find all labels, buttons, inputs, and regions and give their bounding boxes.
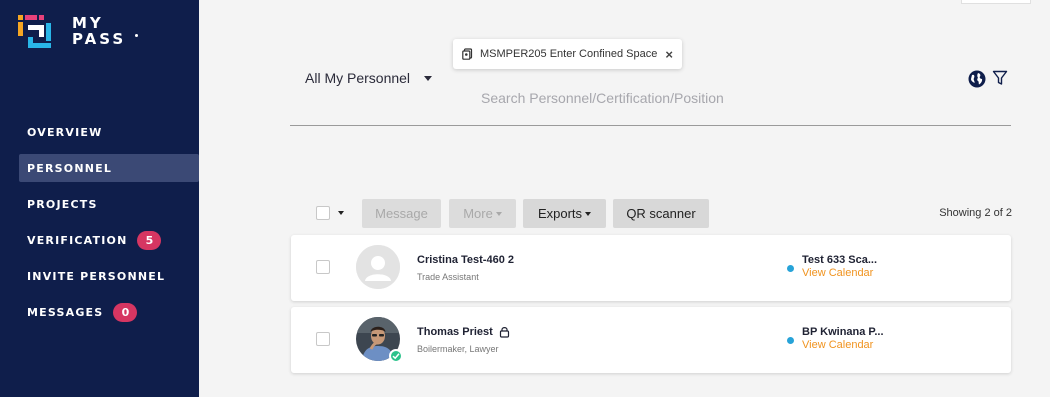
search-input[interactable] — [481, 88, 901, 108]
caret-down-icon — [495, 211, 502, 216]
close-icon[interactable]: × — [665, 47, 673, 62]
avatar-placeholder[interactable] — [356, 245, 400, 289]
lock-icon — [499, 327, 509, 338]
row-checkbox[interactable] — [316, 332, 330, 346]
caret-down-icon — [585, 211, 592, 216]
site-status-dot — [787, 265, 794, 272]
sidebar-item-verification[interactable]: VERIFICATION 5 — [19, 226, 199, 254]
personnel-row[interactable]: Cristina Test-460 2 Trade Assistant Test… — [291, 235, 1011, 301]
sidebar-item-label: PROJECTS — [27, 197, 98, 211]
person-role: Trade Assistant — [417, 272, 479, 282]
messages-count-badge: 0 — [113, 302, 138, 322]
sidebar-item-label: VERIFICATION — [27, 233, 128, 247]
person-name[interactable]: Thomas Priest — [417, 326, 510, 338]
person-role: Boilermaker, Lawyer — [417, 344, 499, 354]
brand-line-2: PASS — [72, 30, 127, 48]
brand-line-1: MY — [72, 14, 104, 32]
person-name-text: Thomas Priest — [417, 326, 493, 338]
user-placeholder-icon — [356, 245, 400, 289]
caret-down-icon — [424, 75, 433, 81]
view-calendar-link[interactable]: View Calendar — [802, 267, 873, 279]
exports-button-label: Exports — [537, 206, 583, 221]
certificate-icon — [462, 48, 473, 60]
row-checkbox[interactable] — [316, 260, 330, 274]
results-count: Showing 2 of 2 — [939, 207, 1012, 219]
sidebar-item-label: PERSONNEL — [27, 161, 113, 175]
sidebar-item-projects[interactable]: PROJECTS — [19, 190, 199, 218]
search-divider — [290, 125, 1011, 126]
personnel-scope-dropdown[interactable]: All My Personnel — [305, 70, 433, 86]
sidebar-item-overview[interactable]: OVERVIEW — [19, 118, 199, 146]
select-options-caret-icon[interactable] — [338, 211, 344, 215]
active-filter-chip[interactable]: MSMPER205 Enter Confined Space × — [453, 39, 682, 69]
message-button[interactable]: Message — [362, 199, 441, 228]
mypass-logo-icon — [18, 15, 51, 48]
sidebar-item-label: MESSAGES — [27, 305, 104, 319]
more-button[interactable]: More — [449, 199, 516, 228]
person-name[interactable]: Cristina Test-460 2 — [417, 254, 514, 266]
sidebar-item-label: OVERVIEW — [27, 125, 103, 139]
filter-chip-label: MSMPER205 Enter Confined Space — [480, 48, 658, 60]
filter-icon[interactable] — [992, 70, 1008, 86]
top-right-panel-edge — [961, 0, 1031, 4]
globe-icon[interactable] — [968, 70, 986, 88]
site-name: BP Kwinana P... — [802, 326, 884, 338]
sidebar: MY PASS OVERVIEW PERSONNEL PROJECTS VERI… — [0, 0, 199, 397]
brand-name: MY PASS — [72, 15, 126, 47]
more-button-label: More — [463, 206, 493, 221]
message-button-label: Message — [375, 206, 428, 221]
scope-selected-value: All My Personnel — [305, 70, 411, 86]
sidebar-item-personnel[interactable]: PERSONNEL — [19, 154, 199, 182]
sidebar-item-label: INVITE PERSONNEL — [27, 269, 166, 283]
verified-check-icon — [389, 349, 403, 363]
verification-count-badge: 5 — [137, 230, 162, 250]
qr-scanner-button-label: QR scanner — [626, 206, 696, 221]
sidebar-item-invite-personnel[interactable]: INVITE PERSONNEL — [19, 262, 199, 290]
qr-scanner-button[interactable]: QR scanner — [613, 199, 709, 228]
sidebar-item-messages[interactable]: MESSAGES 0 — [19, 298, 199, 326]
site-status-dot — [787, 337, 794, 344]
personnel-row[interactable]: Thomas Priest Boilermaker, Lawyer BP Kwi… — [291, 307, 1011, 373]
view-calendar-link[interactable]: View Calendar — [802, 339, 873, 351]
select-all-checkbox[interactable] — [316, 206, 330, 220]
mypass-logo[interactable]: MY PASS — [18, 15, 158, 55]
site-name: Test 633 Sca... — [802, 254, 878, 266]
exports-button[interactable]: Exports — [523, 199, 606, 228]
sidebar-nav: OVERVIEW PERSONNEL PROJECTS VERIFICATION… — [19, 118, 199, 334]
person-name-text: Cristina Test-460 2 — [417, 254, 515, 266]
brand-trademark-dot — [135, 34, 138, 37]
